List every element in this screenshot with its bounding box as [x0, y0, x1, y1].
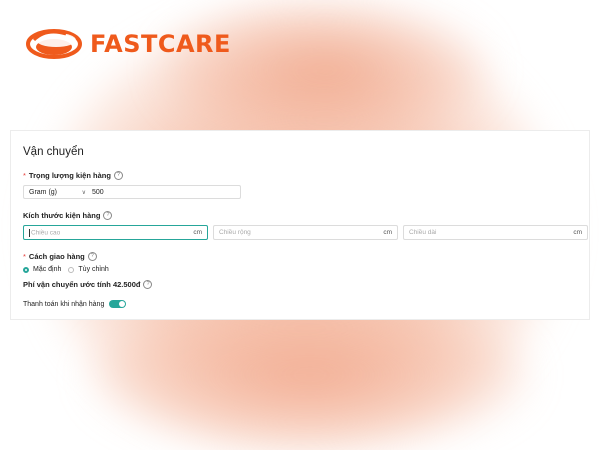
weight-unit-select[interactable]: Gram (g) ∨	[24, 189, 90, 196]
width-unit: cm	[383, 229, 392, 236]
delivery-option-label: Mặc định	[33, 266, 62, 273]
panel-title: Vận chuyển	[23, 146, 84, 158]
weight-label: Trọng lượng kiện hàng	[28, 171, 111, 180]
width-placeholder: Chiều rộng	[219, 229, 251, 236]
weight-unit-value: Gram (g)	[29, 188, 57, 196]
background-splash-top	[160, 0, 490, 140]
text-caret	[29, 228, 30, 237]
chevron-down-icon: ∨	[81, 189, 86, 196]
cod-label: Thanh toán khi nhận hàng	[23, 300, 105, 308]
delivery-option-custom[interactable]: Tùy chỉnh	[68, 266, 109, 273]
help-icon[interactable]: ?	[143, 280, 153, 289]
delivery-label-row: * Cách giao hàng ?	[23, 252, 97, 261]
length-placeholder: Chiều dài	[409, 229, 437, 236]
required-mark: *	[23, 252, 26, 261]
weight-input[interactable]: 500	[90, 189, 104, 196]
shipping-fee-text: Phí vận chuyển ước tính 42.500đ	[23, 280, 141, 289]
cod-row: Thanh toán khi nhận hàng	[23, 300, 127, 308]
delivery-option-default[interactable]: Mặc định	[23, 266, 61, 273]
brand-logo-icon	[26, 29, 82, 59]
dimensions-label: Kích thước kiện hàng	[23, 211, 101, 220]
shipping-panel: Vận chuyển * Trọng lượng kiện hàng ? Gra…	[10, 130, 590, 320]
length-unit: cm	[573, 229, 582, 236]
length-input[interactable]: Chiều dài cm	[403, 225, 588, 240]
brand-name: FASTCARE	[90, 30, 231, 58]
background-splash-bottom	[90, 300, 530, 450]
radio-selected-icon	[23, 266, 29, 273]
height-unit: cm	[193, 229, 202, 236]
weight-field: Gram (g) ∨ 500	[23, 185, 241, 199]
height-input[interactable]: Chiều cao cm	[23, 225, 208, 240]
brand-logo: FASTCARE	[26, 22, 231, 66]
height-placeholder: Chiều cao	[31, 229, 61, 237]
dimensions-label-row: Kích thước kiện hàng ?	[23, 211, 113, 220]
shipping-fee-estimate: Phí vận chuyển ước tính 42.500đ ?	[23, 280, 153, 289]
help-icon[interactable]: ?	[103, 211, 113, 220]
delivery-options: Mặc định Tùy chỉnh	[23, 266, 116, 273]
width-input[interactable]: Chiều rộng cm	[213, 225, 398, 240]
help-icon[interactable]: ?	[87, 252, 97, 261]
radio-unselected-icon	[68, 266, 75, 273]
weight-label-row: * Trọng lượng kiện hàng ?	[23, 171, 123, 180]
required-mark: *	[23, 171, 26, 180]
help-icon[interactable]: ?	[113, 171, 123, 180]
delivery-option-label: Tùy chỉnh	[78, 266, 109, 273]
delivery-label: Cách giao hàng	[28, 252, 85, 261]
cod-toggle[interactable]	[109, 300, 127, 308]
